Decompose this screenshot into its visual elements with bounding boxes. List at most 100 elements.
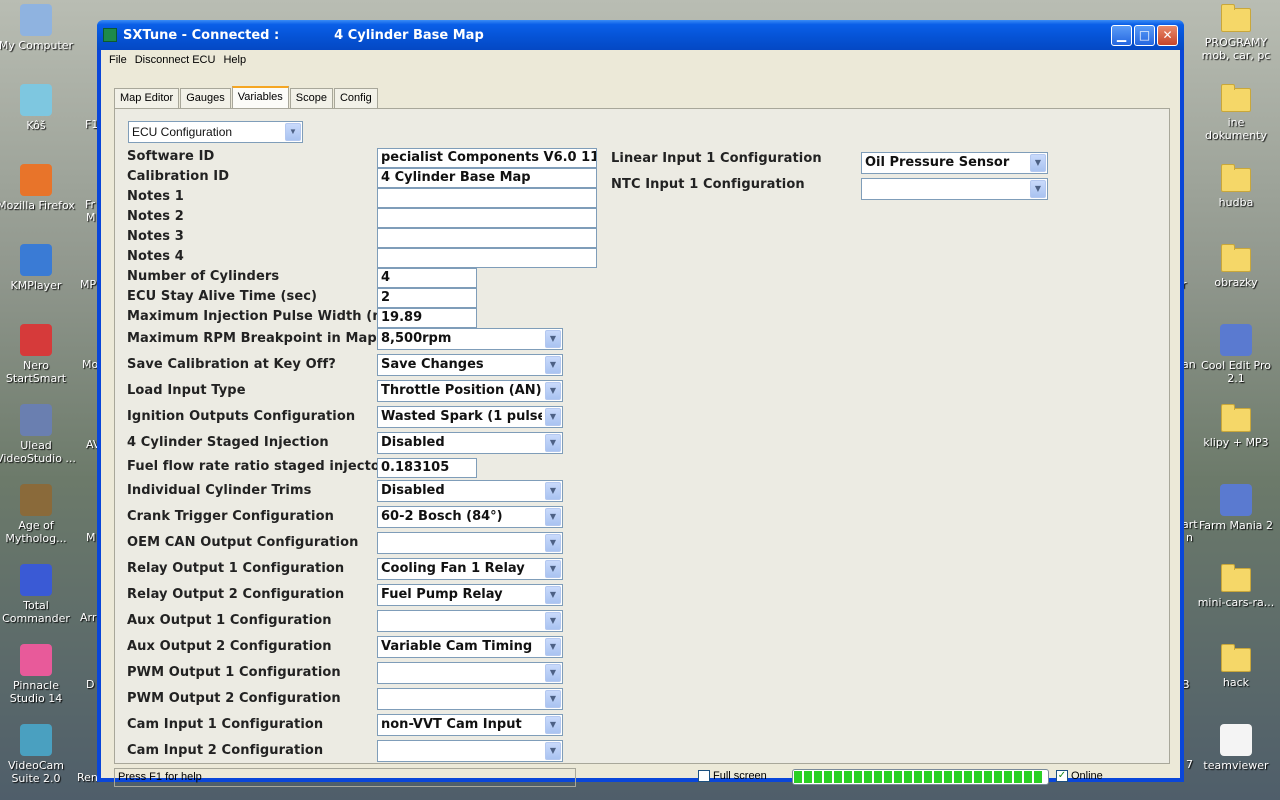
- field-select[interactable]: Variable Cam Timing ▼: [377, 636, 563, 658]
- tab-map-editor[interactable]: Map Editor: [114, 88, 180, 108]
- menu-help[interactable]: Help: [219, 54, 250, 66]
- desktop-icon[interactable]: VideoCam Suite 2.0: [0, 724, 76, 785]
- tab-variables[interactable]: Variables: [231, 86, 289, 108]
- menu-bar: File Disconnect ECU Help: [101, 50, 1180, 69]
- minimize-icon: ▁: [1116, 28, 1127, 42]
- farm-mania-icon: [1220, 484, 1252, 516]
- tab-scope[interactable]: Scope: [289, 88, 333, 108]
- field-select[interactable]: ▼: [377, 532, 563, 554]
- desktop-icon[interactable]: Nero StartSmart: [0, 324, 76, 385]
- section-select[interactable]: ECU Configuration ▼: [128, 121, 303, 143]
- fullscreen-check-box[interactable]: [698, 770, 710, 783]
- desktop-icon[interactable]: klipy + MP3: [1196, 404, 1276, 449]
- field-input[interactable]: 0.183105: [377, 458, 477, 478]
- field-input[interactable]: pecialist Components V6.0 11/12: [377, 148, 597, 168]
- desktop-icon[interactable]: Kôš: [0, 84, 76, 132]
- field-select[interactable]: 8,500rpm ▼: [377, 328, 563, 350]
- field-input[interactable]: [377, 228, 597, 248]
- field-select-value: Disabled: [381, 435, 445, 450]
- field-input[interactable]: [377, 188, 597, 208]
- desktop-icon[interactable]: Cool Edit Pro 2.1: [1196, 324, 1276, 385]
- field-select[interactable]: Disabled ▼: [377, 480, 563, 502]
- menu-file[interactable]: File: [105, 54, 131, 66]
- field-select[interactable]: Throttle Position (AN) ▼: [377, 380, 563, 402]
- progress-segment: [874, 771, 882, 783]
- field-label: OEM CAN Output Configuration: [127, 535, 359, 550]
- chevron-down-icon: ▼: [545, 408, 561, 426]
- chevron-down-icon: ▼: [1030, 180, 1046, 198]
- partially-hidden-label: D: [86, 678, 95, 691]
- menu-disconnect-ecu[interactable]: Disconnect ECU: [131, 54, 220, 66]
- maximize-icon: □: [1138, 28, 1151, 42]
- desktop-icon[interactable]: teamviewer: [1196, 724, 1276, 772]
- field-select[interactable]: Wasted Spark (1 pulse/re▼: [377, 406, 563, 428]
- minimize-button[interactable]: ▁: [1111, 24, 1132, 46]
- chevron-down-icon: ▼: [545, 690, 561, 708]
- close-button[interactable]: ✕: [1157, 24, 1178, 46]
- fullscreen-checkbox[interactable]: Full screen: [698, 770, 767, 783]
- field-select-value: Wasted Spark (1 pulse/re: [381, 409, 542, 424]
- field-label: Maximum RPM Breakpoint in Maps: [127, 331, 385, 346]
- chevron-down-icon: ▼: [285, 123, 301, 141]
- desktop-icon[interactable]: hudba: [1196, 164, 1276, 209]
- desktop-icon[interactable]: mini-cars-ra...: [1196, 564, 1276, 609]
- desktop-icon[interactable]: Mozilla Firefox: [0, 164, 76, 212]
- tab-gauges[interactable]: Gauges: [180, 88, 231, 108]
- chevron-down-icon: ▼: [545, 560, 561, 578]
- field-select[interactable]: ▼: [377, 688, 563, 710]
- desktop-icon[interactable]: ine dokumenty: [1196, 84, 1276, 142]
- field-select[interactable]: Cooling Fan 1 Relay ▼: [377, 558, 563, 580]
- desktop-icon[interactable]: KMPlayer: [0, 244, 76, 292]
- desktop-icon[interactable]: Farm Mania 2: [1196, 484, 1276, 532]
- field-label: NTC Input 1 Configuration: [611, 177, 805, 192]
- desktop-icon-label: Nero StartSmart: [5, 359, 67, 385]
- field-select-value: Disabled: [381, 483, 445, 498]
- progress-segment: [1014, 771, 1022, 783]
- desktop-icon[interactable]: Pinnacle Studio 14: [0, 644, 76, 705]
- field-input[interactable]: 4 Cylinder Base Map: [377, 168, 597, 188]
- progress-segment: [934, 771, 942, 783]
- desktop-icon[interactable]: obrazky: [1196, 244, 1276, 289]
- field-select[interactable]: Disabled ▼: [377, 432, 563, 454]
- title-bar[interactable]: SXTune - Connected : 4 Cylinder Base Map…: [97, 20, 1184, 50]
- desktop-icon[interactable]: Age of Mytholog...: [0, 484, 76, 545]
- field-input[interactable]: [377, 208, 597, 228]
- maximize-button[interactable]: □: [1134, 24, 1155, 46]
- progress-segment: [894, 771, 902, 783]
- field-select[interactable]: non-VVT Cam Input ▼: [377, 714, 563, 736]
- desktop-icon[interactable]: PROGRAMY mob, car, pc: [1196, 4, 1276, 62]
- field-input[interactable]: 4: [377, 268, 477, 288]
- field-select[interactable]: Oil Pressure Sensor ▼: [861, 152, 1048, 174]
- desktop-icon[interactable]: Total Commander: [0, 564, 76, 625]
- field-label: Relay Output 2 Configuration: [127, 587, 345, 602]
- folder-icon: [1221, 564, 1251, 592]
- field-input[interactable]: 2: [377, 288, 477, 308]
- field-input[interactable]: 19.89: [377, 308, 477, 328]
- field-input[interactable]: [377, 248, 597, 268]
- desktop-icon[interactable]: My Computer: [0, 4, 76, 52]
- field-select[interactable]: ▼: [377, 740, 563, 762]
- chevron-down-icon: ▼: [545, 482, 561, 500]
- progress-segment: [844, 771, 852, 783]
- partially-hidden-label: Arr: [80, 611, 97, 624]
- desktop-icon-label: Mozilla Firefox: [0, 199, 75, 212]
- online-check-box[interactable]: ✓: [1056, 770, 1068, 783]
- progress-segment: [824, 771, 832, 783]
- online-checkbox[interactable]: ✓ Online: [1056, 770, 1103, 783]
- folder-icon: [1221, 84, 1251, 112]
- field-select[interactable]: Save Changes ▼: [377, 354, 563, 376]
- field-select-value: Throttle Position (AN): [381, 383, 542, 398]
- desktop-icon[interactable]: hack: [1196, 644, 1276, 689]
- chevron-down-icon: ▼: [1030, 154, 1046, 172]
- field-select[interactable]: Fuel Pump Relay ▼: [377, 584, 563, 606]
- field-select[interactable]: 60-2 Bosch (84°) ▼: [377, 506, 563, 528]
- field-select[interactable]: ▼: [861, 178, 1048, 200]
- folder-icon: [1221, 164, 1251, 192]
- field-select[interactable]: ▼: [377, 610, 563, 632]
- pinnacle-icon: [20, 644, 52, 676]
- desktop-icon[interactable]: Ulead VideoStudio ...: [0, 404, 76, 465]
- folder-icon: [1221, 404, 1251, 432]
- tab-config[interactable]: Config: [333, 88, 378, 108]
- online-label: Online: [1071, 770, 1103, 782]
- field-select[interactable]: ▼: [377, 662, 563, 684]
